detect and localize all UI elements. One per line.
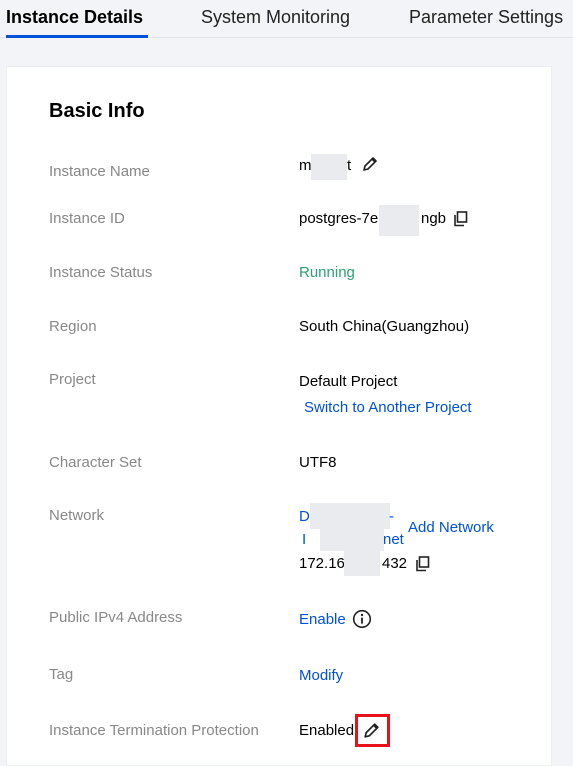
termination-protection-value: Enabled bbox=[299, 722, 355, 739]
add-network-link[interactable]: Add Network bbox=[408, 519, 494, 536]
project-value: Default Project bbox=[299, 373, 398, 390]
edit-icon[interactable] bbox=[361, 155, 379, 173]
redaction-mask bbox=[311, 154, 347, 180]
instance-id-value-end: ngb bbox=[421, 210, 447, 227]
character-set-label: Character Set bbox=[49, 454, 142, 471]
instance-id-label: Instance ID bbox=[49, 210, 125, 227]
tag-label: Tag bbox=[49, 666, 74, 683]
project-label: Project bbox=[49, 371, 96, 388]
region-label: Region bbox=[49, 318, 97, 335]
instance-name-value-end: t bbox=[347, 157, 352, 174]
network-label: Network bbox=[49, 507, 105, 524]
instance-id-value-start: postgres-7e bbox=[299, 210, 379, 227]
instance-status-label: Instance Status bbox=[49, 264, 153, 281]
copy-icon[interactable] bbox=[415, 556, 430, 572]
subnet-link-end[interactable]: net bbox=[383, 531, 404, 548]
tab-bar: Instance Details System Monitoring Param… bbox=[0, 0, 573, 38]
region-value: South China(Guangzhou) bbox=[299, 318, 470, 335]
instance-name-label: Instance Name bbox=[49, 163, 150, 180]
tab-parameter-settings[interactable]: Parameter Settings bbox=[409, 7, 563, 28]
instance-status-value: Running bbox=[299, 264, 355, 281]
ip-value-start: 172.16 bbox=[299, 555, 345, 572]
instance-name-value-start: m bbox=[299, 157, 312, 174]
public-ipv4-label: Public IPv4 Address bbox=[49, 609, 183, 626]
tab-instance-details[interactable]: Instance Details bbox=[6, 7, 143, 28]
character-set-value: UTF8 bbox=[299, 454, 337, 471]
copy-icon[interactable] bbox=[453, 211, 468, 227]
termination-protection-label: Instance Termination Protection bbox=[49, 722, 259, 739]
switch-project-link[interactable]: Switch to Another Project bbox=[304, 399, 472, 416]
highlight-box bbox=[355, 714, 390, 747]
subnet-link-start[interactable]: I bbox=[302, 531, 306, 548]
redaction-mask bbox=[344, 548, 380, 576]
tab-system-monitoring[interactable]: System Monitoring bbox=[201, 7, 350, 28]
modify-tag-link[interactable]: Modify bbox=[299, 667, 343, 684]
enable-public-ipv4-link[interactable]: Enable bbox=[299, 611, 346, 628]
vpc-link-end[interactable]: - bbox=[389, 508, 394, 525]
active-tab-indicator bbox=[6, 35, 148, 38]
redaction-mask bbox=[310, 503, 390, 529]
info-icon[interactable] bbox=[352, 609, 372, 629]
ip-value-end: 432 bbox=[382, 555, 408, 572]
vpc-link-start[interactable]: D bbox=[299, 508, 310, 525]
redaction-mask bbox=[379, 205, 419, 236]
section-title: Basic Info bbox=[49, 100, 145, 122]
